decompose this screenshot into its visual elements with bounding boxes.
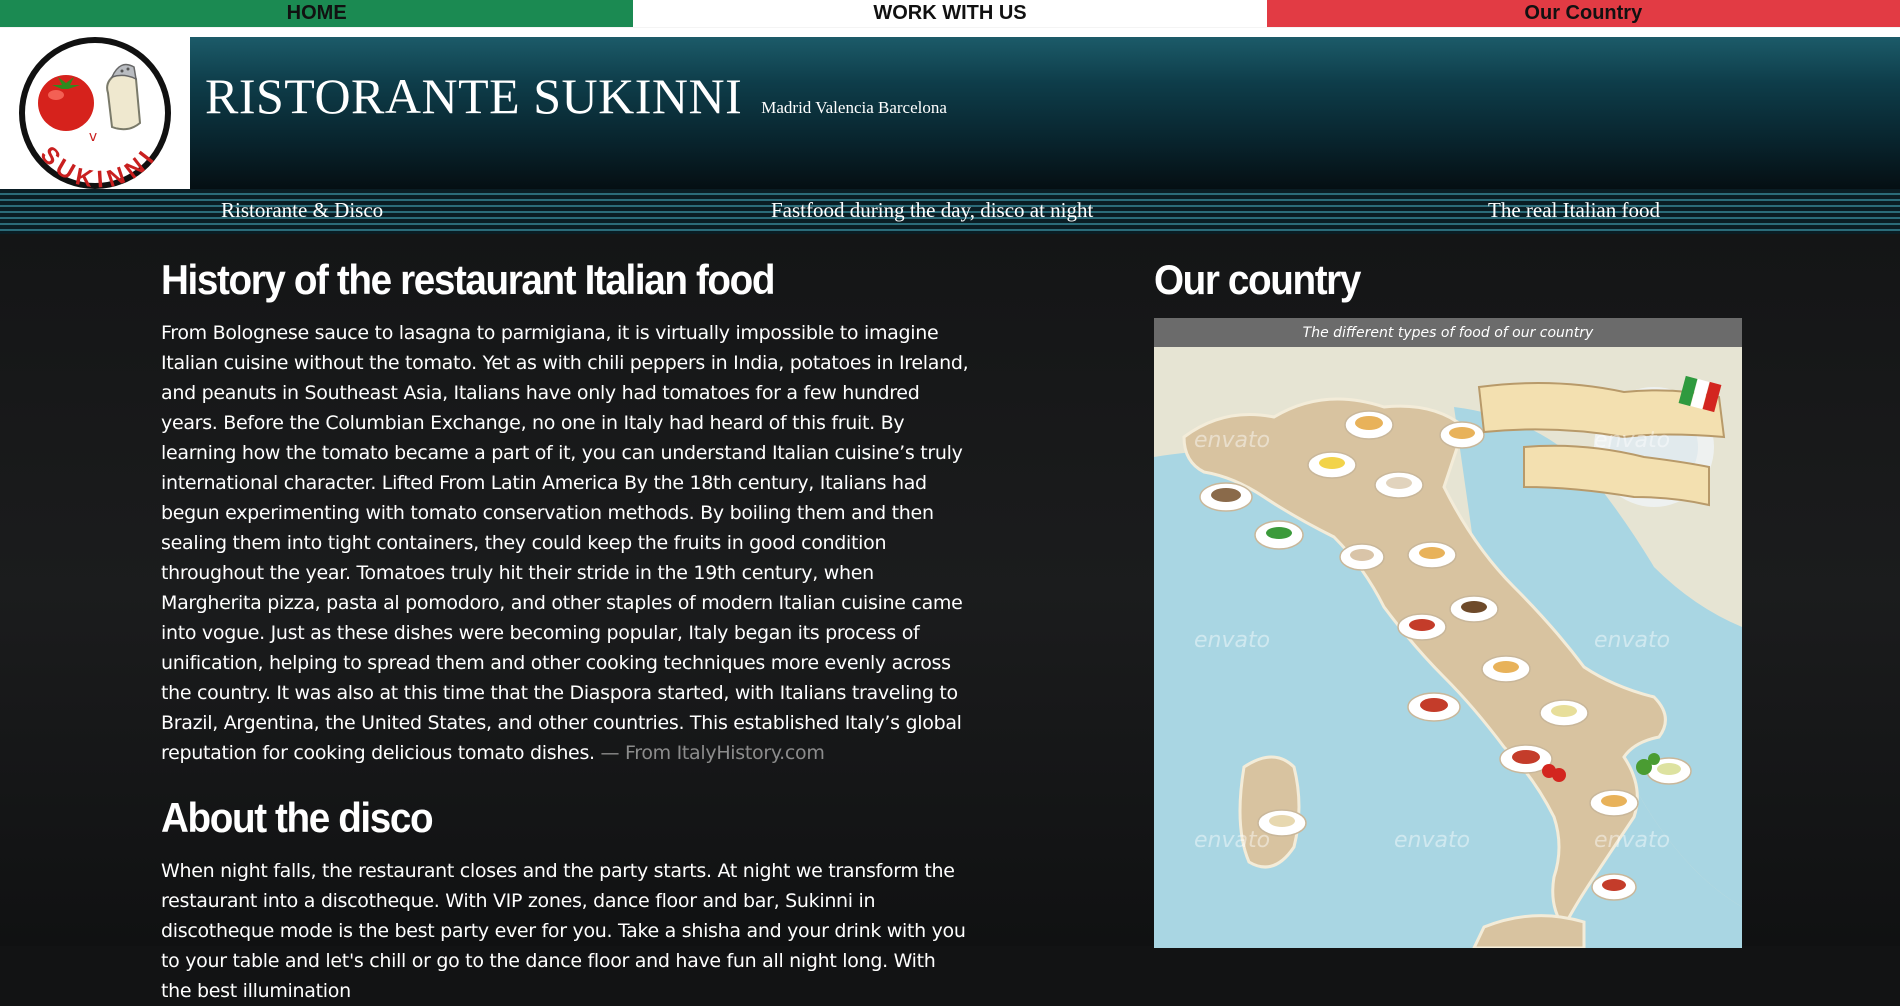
svg-text:envato: envato (1194, 828, 1270, 853)
right-column: Our country The different types of food … (1154, 256, 1742, 948)
map-caption: The different types of food of our count… (1154, 318, 1742, 347)
svg-text:v: v (89, 129, 97, 145)
site-header: v SUKINNI RISTORANTE SUKINNI Madrid Vale… (0, 37, 1900, 194)
restaurant-name: RISTORANTE SUKINNI (205, 68, 743, 124)
italy-map-image: envato envato envato envato envato envat… (1154, 347, 1742, 948)
svg-text:envato: envato (1594, 628, 1670, 653)
sukinni-logo-icon: v SUKINNI (19, 37, 171, 194)
tagline-real-italian-food: The real Italian food (1488, 198, 1660, 222)
svg-text:envato: envato (1394, 828, 1470, 853)
nav-divider (0, 28, 1900, 37)
top-nav: HOME WORK WITH US Our Country (0, 0, 1900, 28)
city-list: Madrid Valencia Barcelona (761, 98, 947, 117)
history-source: — From ItalyHistory.com (600, 742, 825, 764)
svg-text:envato: envato (1594, 828, 1670, 853)
history-paragraph: From Bolognese sauce to lasagna to parmi… (161, 322, 969, 764)
tagline-fastfood-disco: Fastfood during the day, disco at night (771, 198, 1094, 222)
logo[interactable]: v SUKINNI (0, 37, 190, 194)
left-column: History of the restaurant Italian food F… (161, 256, 971, 1006)
italy-food-map: The different types of food of our count… (1154, 318, 1742, 948)
svg-text:envato: envato (1194, 628, 1270, 653)
disco-text: When night falls, the restaurant closes … (161, 860, 966, 1002)
site-title: RISTORANTE SUKINNI Madrid Valencia Barce… (205, 67, 947, 125)
nav-our-country-link[interactable]: Our Country (1266, 0, 1900, 27)
tagline-ristorante-disco: Ristorante & Disco (221, 198, 384, 222)
country-heading: Our country (1154, 256, 1361, 303)
nav-work-with-us-link[interactable]: WORK WITH US (633, 0, 1267, 27)
main-content: History of the restaurant Italian food F… (0, 234, 1900, 1002)
svg-text:envato: envato (1594, 428, 1670, 453)
history-heading: History of the restaurant Italian food (161, 256, 775, 303)
nav-home-link[interactable]: HOME (0, 0, 634, 27)
svg-text:envato: envato (1194, 428, 1270, 453)
tagline-bar: Ristorante & Disco Fastfood during the d… (0, 189, 1900, 234)
history-text: From Bolognese sauce to lasagna to parmi… (161, 318, 971, 768)
disco-heading: About the disco (161, 794, 434, 841)
